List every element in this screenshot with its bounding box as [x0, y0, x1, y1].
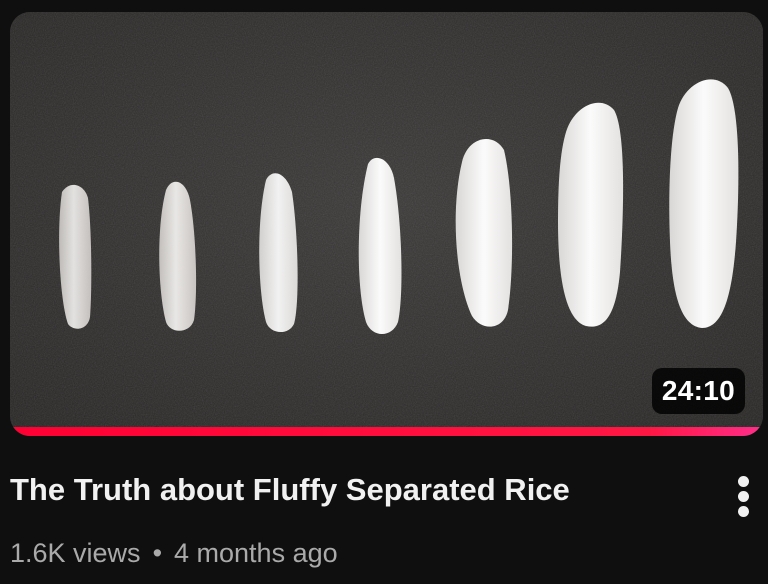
- kebab-dot: [738, 506, 749, 517]
- view-count: 1.6K views: [10, 538, 141, 568]
- rice-grain-3: [259, 173, 298, 333]
- rice-grain-6: [558, 102, 624, 327]
- meta-separator: •: [152, 538, 163, 568]
- rice-grain-2: [159, 181, 197, 331]
- duration-badge: 24:10: [651, 368, 745, 414]
- video-metadata: 1.6K views • 4 months ago: [10, 536, 338, 570]
- video-thumbnail[interactable]: 24:10: [10, 12, 763, 436]
- watch-progress-bar: [10, 427, 763, 436]
- kebab-dot: [738, 476, 749, 487]
- kebab-dot: [738, 491, 749, 502]
- video-title[interactable]: The Truth about Fluffy Separated Rice: [10, 470, 700, 510]
- rice-grain-7: [669, 79, 739, 328]
- thumbnail-image: [10, 12, 763, 436]
- watch-progress-fill: [10, 427, 763, 436]
- upload-age: 4 months ago: [174, 538, 338, 568]
- more-vert-icon[interactable]: [726, 474, 762, 518]
